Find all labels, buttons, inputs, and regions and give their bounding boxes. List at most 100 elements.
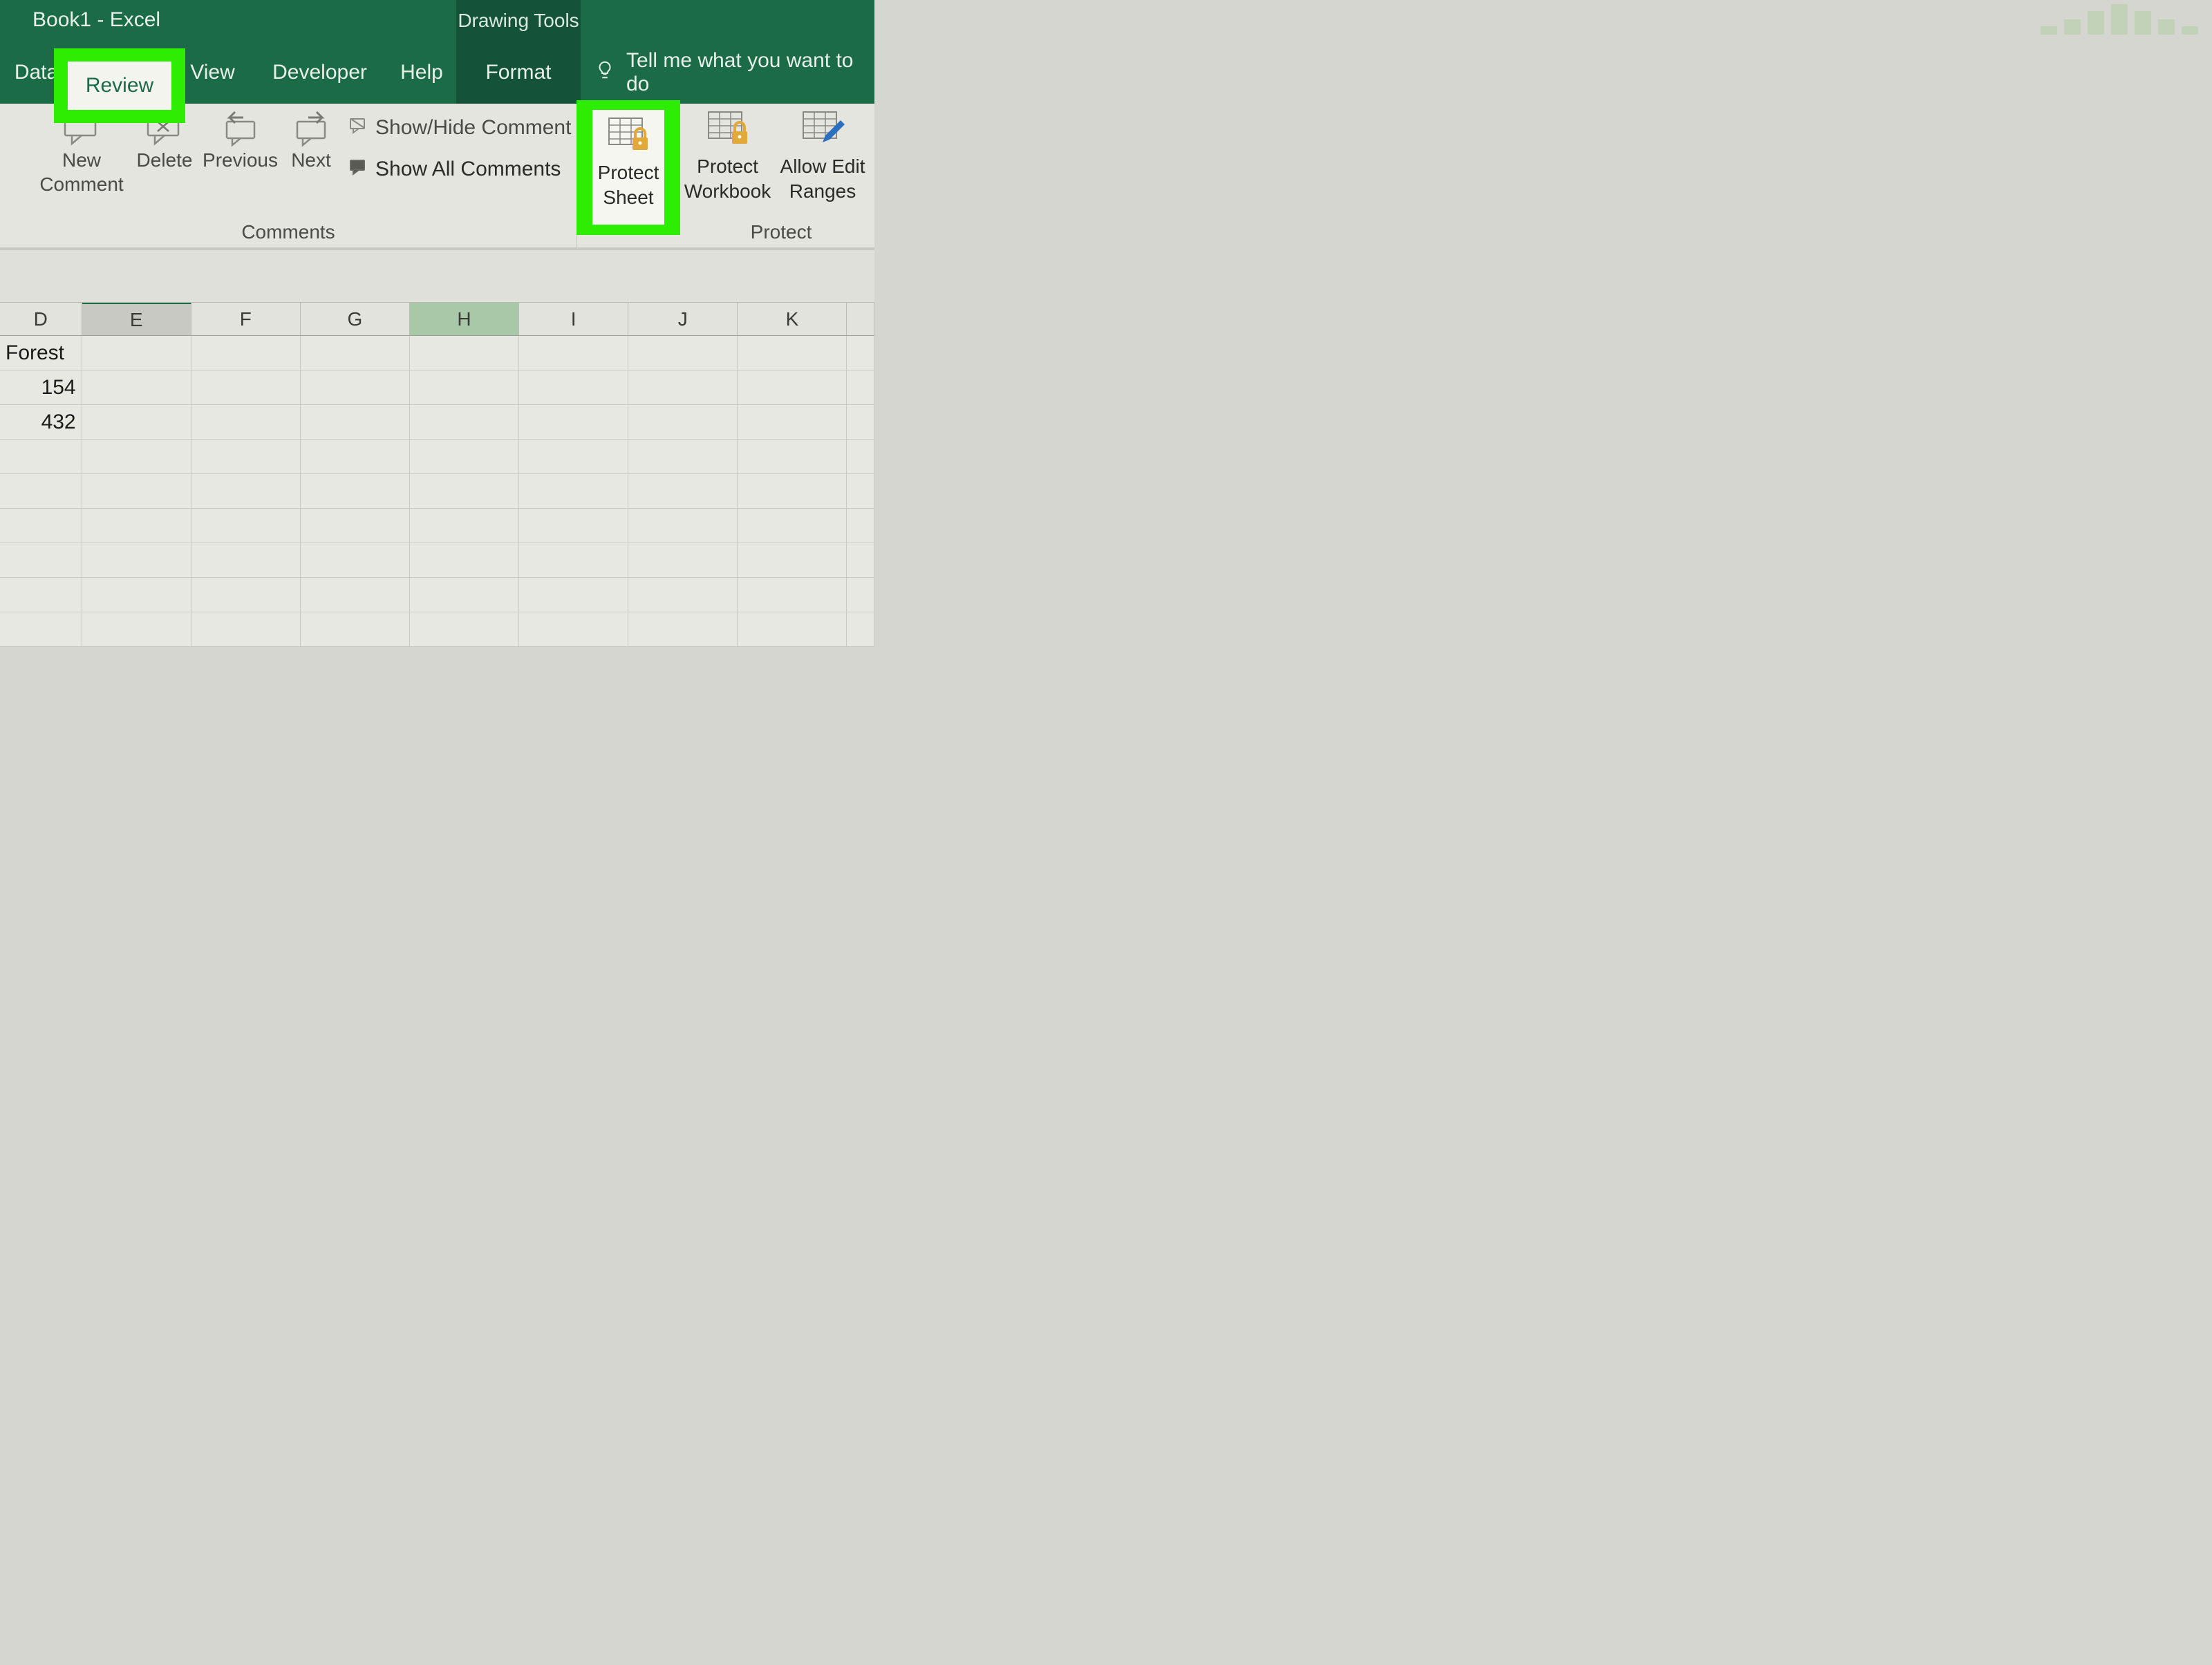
cell-G9[interactable]	[301, 612, 410, 647]
cell-E8[interactable]	[82, 578, 191, 612]
cell-K4[interactable]	[738, 440, 847, 474]
cell-I9[interactable]	[519, 612, 628, 647]
cell-H9[interactable]	[410, 612, 519, 647]
cell-H1[interactable]	[410, 336, 519, 370]
cell-F9[interactable]	[191, 612, 301, 647]
cell-G5[interactable]	[301, 474, 410, 509]
cell-H2[interactable]	[410, 370, 519, 405]
cell-L9[interactable]	[847, 612, 874, 647]
cell-L1[interactable]	[847, 336, 874, 370]
cell-D4[interactable]	[0, 440, 82, 474]
cell-E7[interactable]	[82, 543, 191, 578]
column-header-partial[interactable]	[847, 303, 874, 336]
cell-I6[interactable]	[519, 509, 628, 543]
cell-D9[interactable]	[0, 612, 82, 647]
column-header-I[interactable]: I	[519, 303, 628, 336]
cell-I1[interactable]	[519, 336, 628, 370]
cell-L2[interactable]	[847, 370, 874, 405]
cell-I5[interactable]	[519, 474, 628, 509]
cell-F7[interactable]	[191, 543, 301, 578]
cell-L3[interactable]	[847, 405, 874, 440]
cell-G8[interactable]	[301, 578, 410, 612]
cell-D5[interactable]	[0, 474, 82, 509]
cell-I7[interactable]	[519, 543, 628, 578]
cell-L7[interactable]	[847, 543, 874, 578]
cell-K2[interactable]	[738, 370, 847, 405]
tab-review-active[interactable]: Review	[68, 62, 171, 110]
column-header-F[interactable]: F	[191, 303, 301, 336]
cell-H8[interactable]	[410, 578, 519, 612]
cell-L6[interactable]	[847, 509, 874, 543]
protect-sheet-button[interactable]: Protect Sheet	[592, 110, 664, 225]
column-header-H[interactable]: H	[410, 303, 519, 336]
cell-H3[interactable]	[410, 405, 519, 440]
cell-F8[interactable]	[191, 578, 301, 612]
previous-comment-button[interactable]: Previous	[200, 111, 280, 172]
cell-E3[interactable]	[82, 405, 191, 440]
cell-G2[interactable]	[301, 370, 410, 405]
cell-G3[interactable]	[301, 405, 410, 440]
cell-I4[interactable]	[519, 440, 628, 474]
cell-G7[interactable]	[301, 543, 410, 578]
next-comment-button[interactable]: Next	[283, 111, 339, 172]
cell-J5[interactable]	[628, 474, 738, 509]
cell-I2[interactable]	[519, 370, 628, 405]
cell-F2[interactable]	[191, 370, 301, 405]
cell-G4[interactable]	[301, 440, 410, 474]
cell-D1[interactable]: Forest	[0, 336, 82, 370]
cell-E1[interactable]	[82, 336, 191, 370]
cell-J4[interactable]	[628, 440, 738, 474]
cell-D7[interactable]	[0, 543, 82, 578]
cell-J2[interactable]	[628, 370, 738, 405]
cell-F4[interactable]	[191, 440, 301, 474]
cell-J6[interactable]	[628, 509, 738, 543]
column-header-D[interactable]: D	[0, 303, 82, 336]
cell-K1[interactable]	[738, 336, 847, 370]
cell-J9[interactable]	[628, 612, 738, 647]
cell-H4[interactable]	[410, 440, 519, 474]
tab-help[interactable]: Help	[387, 41, 456, 104]
cell-D6[interactable]	[0, 509, 82, 543]
cell-H5[interactable]	[410, 474, 519, 509]
cell-H6[interactable]	[410, 509, 519, 543]
cell-G1[interactable]	[301, 336, 410, 370]
cell-J3[interactable]	[628, 405, 738, 440]
cell-J8[interactable]	[628, 578, 738, 612]
column-header-K[interactable]: K	[738, 303, 847, 336]
cell-F6[interactable]	[191, 509, 301, 543]
cell-K8[interactable]	[738, 578, 847, 612]
cell-L4[interactable]	[847, 440, 874, 474]
cell-E4[interactable]	[82, 440, 191, 474]
tell-me-search[interactable]: Tell me what you want to do	[588, 41, 874, 104]
cell-K3[interactable]	[738, 405, 847, 440]
show-all-comments-button[interactable]: Show All Comments	[349, 152, 571, 187]
cell-I3[interactable]	[519, 405, 628, 440]
cell-G6[interactable]	[301, 509, 410, 543]
cell-F3[interactable]	[191, 405, 301, 440]
cell-K9[interactable]	[738, 612, 847, 647]
tab-developer[interactable]: Developer	[259, 41, 380, 104]
column-header-G[interactable]: G	[301, 303, 410, 336]
cell-F5[interactable]	[191, 474, 301, 509]
cell-D8[interactable]	[0, 578, 82, 612]
allow-edit-ranges-button[interactable]: Allow Edit Ranges	[771, 108, 874, 203]
cell-E5[interactable]	[82, 474, 191, 509]
cell-I8[interactable]	[519, 578, 628, 612]
show-hide-comment-button[interactable]: Show/Hide Comment	[349, 111, 571, 145]
column-header-E[interactable]: E	[82, 303, 191, 336]
cell-D3[interactable]: 432	[0, 405, 82, 440]
cell-K5[interactable]	[738, 474, 847, 509]
cell-L5[interactable]	[847, 474, 874, 509]
cell-L8[interactable]	[847, 578, 874, 612]
cell-H7[interactable]	[410, 543, 519, 578]
cell-E9[interactable]	[82, 612, 191, 647]
cell-J7[interactable]	[628, 543, 738, 578]
cell-D2[interactable]: 154	[0, 370, 82, 405]
tab-format[interactable]: Format	[456, 41, 581, 104]
cell-F1[interactable]	[191, 336, 301, 370]
tab-view[interactable]: View	[180, 41, 245, 104]
cell-K6[interactable]	[738, 509, 847, 543]
cell-E2[interactable]	[82, 370, 191, 405]
protect-workbook-button[interactable]: Protect Workbook	[677, 108, 778, 203]
cell-E6[interactable]	[82, 509, 191, 543]
